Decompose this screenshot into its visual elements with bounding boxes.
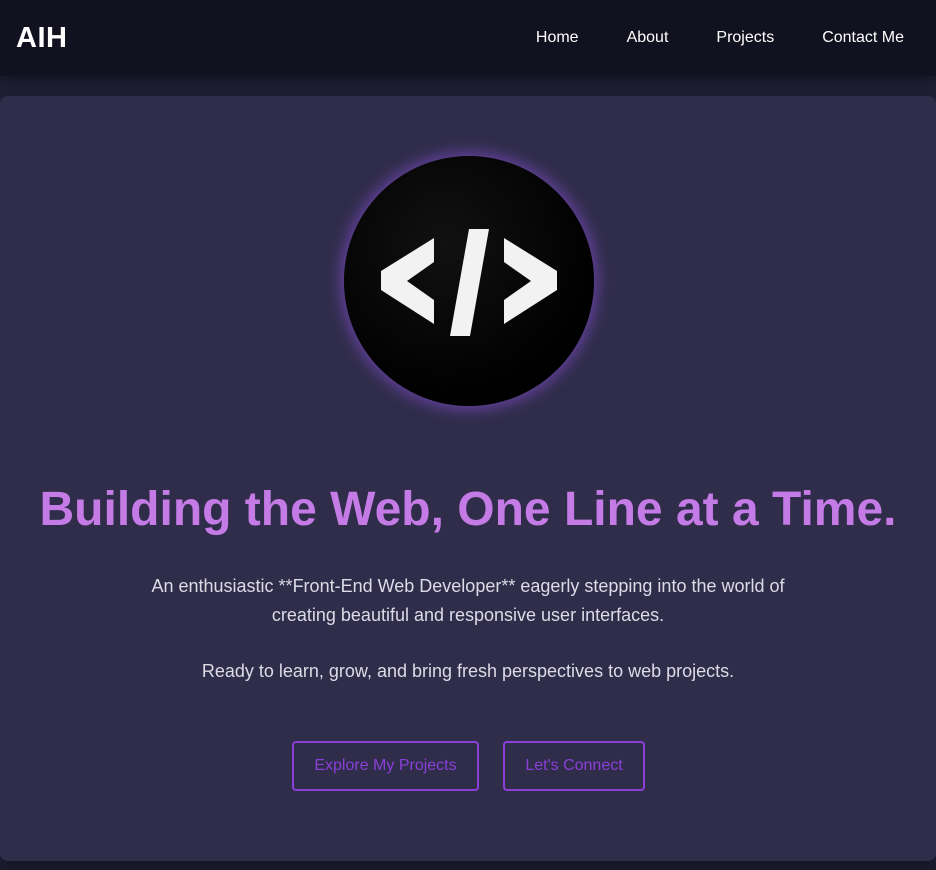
nav-link-projects[interactable]: Projects [716,29,774,47]
profile-avatar [344,156,594,406]
lets-connect-button[interactable]: Let's Connect [503,741,645,791]
hero-card: Building the Web, One Line at a Time. An… [0,96,936,861]
nav-links: Home About Projects Contact Me [536,29,920,47]
nav-link-about[interactable]: About [627,29,669,47]
hero-intro: An enthusiastic **Front-End Web Develope… [151,576,785,625]
hero-headline: Building the Web, One Line at a Time. [39,483,897,536]
code-brackets-icon [381,229,557,336]
nav-link-home[interactable]: Home [536,29,579,47]
hero-intro-secondary: Ready to learn, grow, and bring fresh pe… [201,661,735,681]
explore-projects-button[interactable]: Explore My Projects [292,741,479,791]
nav-link-contact[interactable]: Contact Me [822,29,904,47]
navbar: AIH Home About Projects Contact Me [0,0,936,76]
site-logo[interactable]: AIH [16,22,67,55]
